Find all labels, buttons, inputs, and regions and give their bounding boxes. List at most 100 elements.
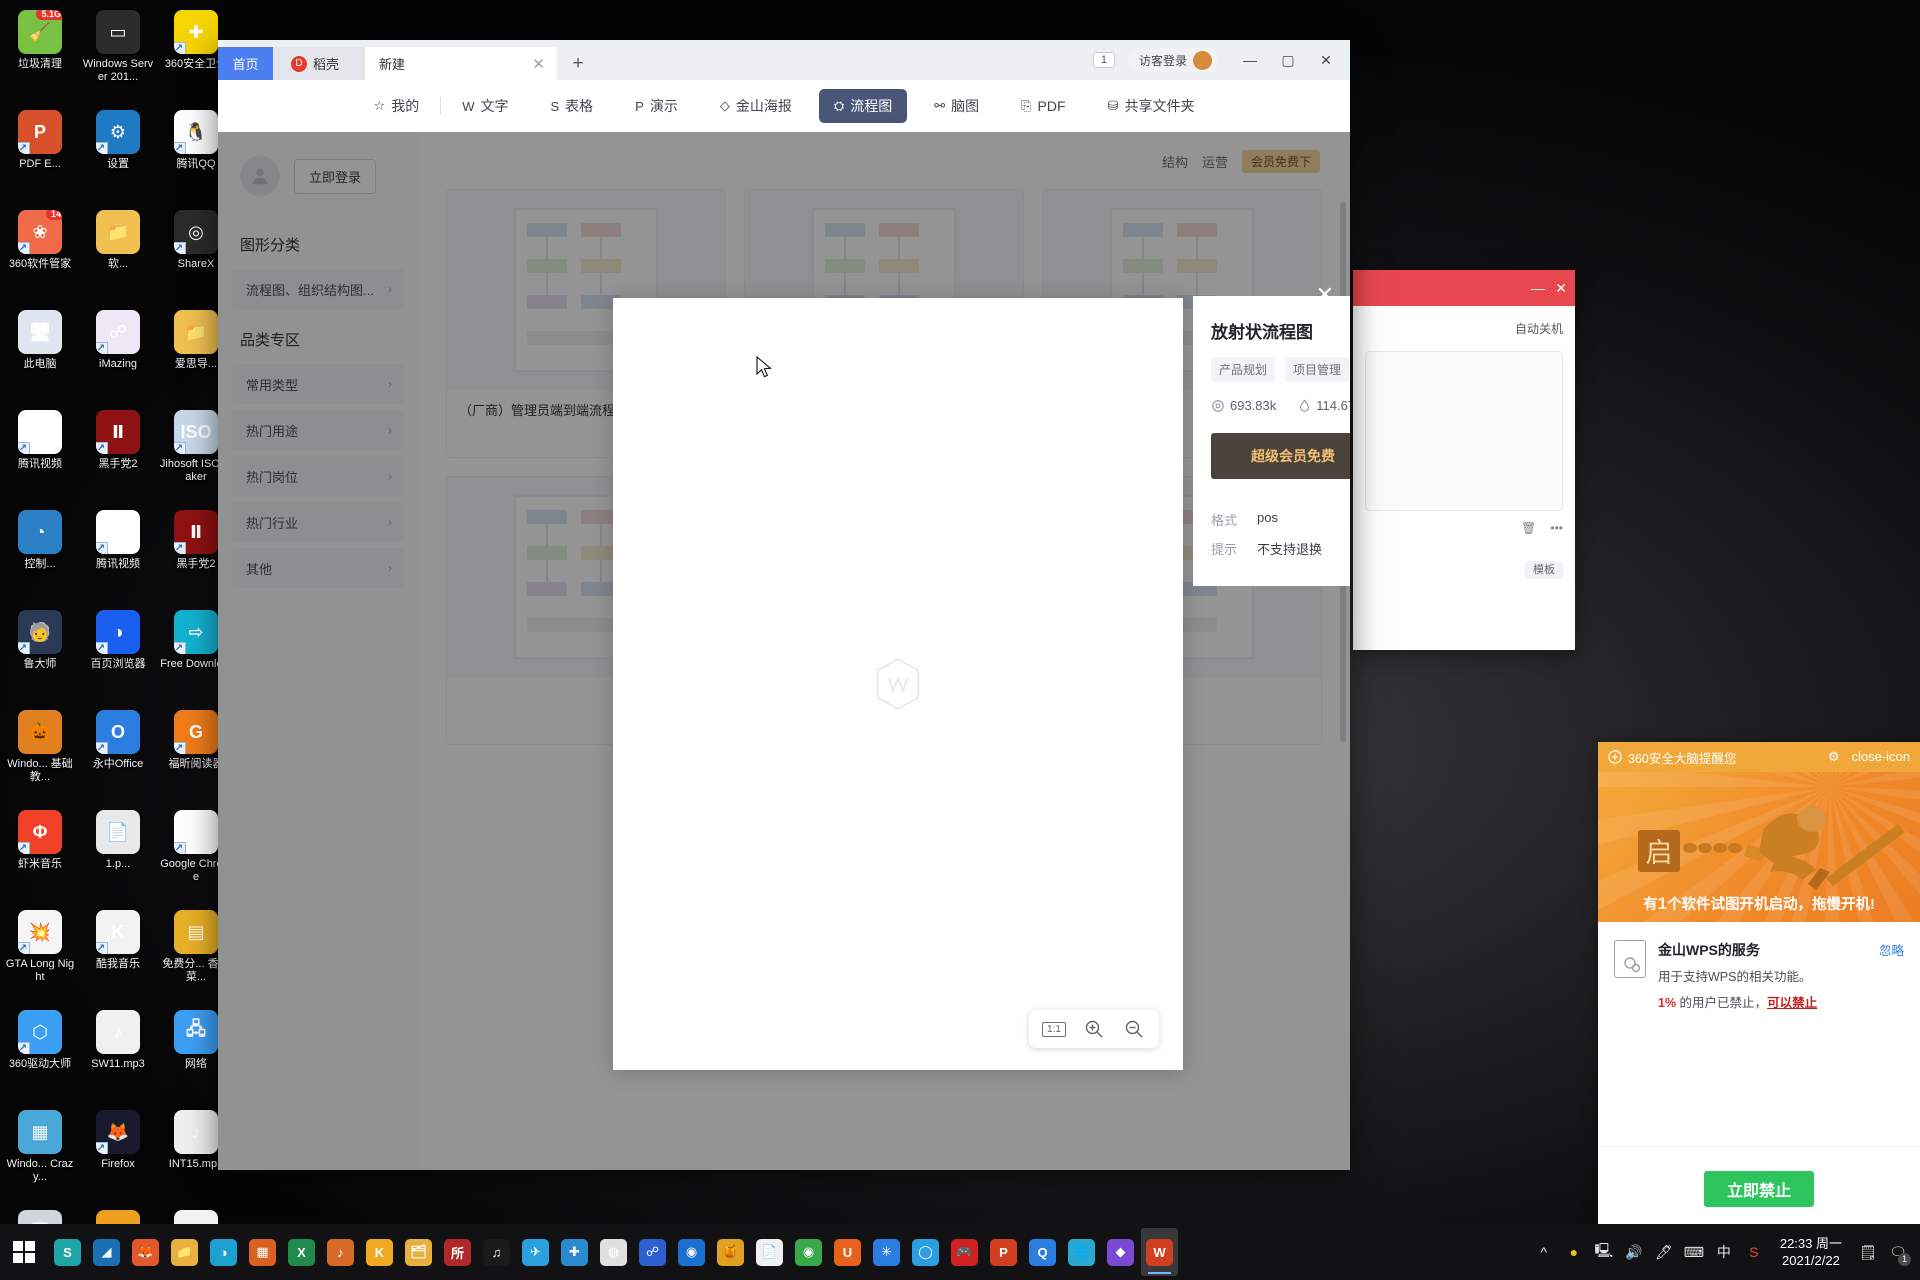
nav-item-slides[interactable]: P 演示 <box>620 89 693 123</box>
nav-item-poster[interactable]: ◇ 金山海报 <box>705 89 807 123</box>
action-center-icon[interactable]: 🗨 1 <box>1884 1232 1912 1272</box>
desktop-icon-yongzhong-office-icon[interactable]: O ↗ 永中Office <box>80 704 156 802</box>
taskbar-music[interactable]: ♪ <box>322 1228 359 1276</box>
desktop-icon-ludashi-icon[interactable]: 🧓 ↗ 鲁大师 <box>2 604 78 702</box>
desktop-icon-trash-clean-icon[interactable]: 🧹 5.1G 垃圾清理 <box>2 4 78 102</box>
tray-volume-icon[interactable]: 🔊 <box>1620 1232 1648 1272</box>
taskbar-folder2[interactable]: 🗂 <box>400 1228 437 1276</box>
tab-home[interactable]: 首页 <box>218 47 273 80</box>
gear-icon[interactable]: ⚙ <box>1828 749 1840 765</box>
nav-item-mindmap[interactable]: ⚯ 脑图 <box>919 89 994 123</box>
taskbar-qqbrowser[interactable]: ◉ <box>673 1228 710 1276</box>
taskbar-excel[interactable]: X <box>283 1228 320 1276</box>
delete-icon[interactable]: 🗑 <box>1521 521 1536 535</box>
tray-keyboard-icon[interactable]: ⌨ <box>1680 1232 1708 1272</box>
desktop-icon-tencent-video-icon-2[interactable]: ▶ ↗ 腾讯视频 <box>80 504 156 602</box>
desktop-icon-mafia2-icon[interactable]: Ⅱ ↗ 黑手党2 <box>80 404 156 502</box>
taskbar-uc[interactable]: U <box>829 1228 866 1276</box>
taskbar-firefox[interactable]: 🦊 <box>127 1228 164 1276</box>
desktop-icon-360-driver-master-icon[interactable]: ⬡ ↗ 360驱动大师 <box>2 1004 78 1102</box>
new-tab-button[interactable]: + <box>557 47 599 80</box>
taskbar-search[interactable]: S <box>49 1228 86 1276</box>
nav-item-sheet[interactable]: S 表格 <box>535 89 608 123</box>
taskbar-imazing[interactable]: ☍ <box>634 1228 671 1276</box>
close-window-button[interactable]: ✕ <box>1308 44 1344 76</box>
tray-network-icon[interactable]: 🖳 <box>1590 1232 1618 1272</box>
guest-login-button[interactable]: 访客登录 <box>1126 47 1218 73</box>
taskbar-grid-app[interactable]: ▦ <box>244 1228 281 1276</box>
desktop-icon-windows-tutorial-icon[interactable]: 🎃 Windo... 基础教... <box>2 704 78 802</box>
maximize-button[interactable]: ▢ <box>1270 44 1306 76</box>
desktop-icon-windows-server-icon[interactable]: ▭ Windows Server 201... <box>80 4 156 102</box>
start-button[interactable] <box>0 1224 48 1280</box>
taskbar-star[interactable]: ✳ <box>868 1228 905 1276</box>
desktop-icon-tencent-video-icon[interactable]: ▶ ↗ 腾讯视频 <box>2 404 78 502</box>
taskbar-kuwo[interactable]: K <box>361 1228 398 1276</box>
tag-project-management[interactable]: 项目管理 <box>1285 357 1350 382</box>
tag-product-planning[interactable]: 产品规划 <box>1211 357 1276 382</box>
secondary-close-button[interactable]: ✕ <box>1555 280 1567 297</box>
desktop-icon-folder-icon[interactable]: 📁 软... <box>80 204 156 302</box>
tray-sogou-icon[interactable]: S <box>1740 1232 1768 1272</box>
desktop-icon-xiami-music-icon[interactable]: Φ ↗ 虾米音乐 <box>2 804 78 902</box>
desktop-icon-imazing-icon[interactable]: ☍ ↗ iMazing <box>80 304 156 402</box>
taskbar-explorer[interactable]: 📁 <box>166 1228 203 1276</box>
disable-now-button[interactable]: 立即禁止 <box>1704 1170 1814 1207</box>
desktop-icon-pdf-editor-icon[interactable]: P ↗ PDF E... <box>2 104 78 202</box>
can-disable-link[interactable]: 可以禁止 <box>1767 996 1817 1010</box>
tab-docer[interactable]: D 稻壳 <box>273 47 365 80</box>
desktop-icon-baibei-browser-icon[interactable]: ◑ ↗ 百页浏览器 <box>80 604 156 702</box>
taskbar-q[interactable]: Q <box>1024 1228 1061 1276</box>
zoom-out-button[interactable] <box>1117 1014 1151 1044</box>
desktop-icon-this-pc-icon[interactable]: 🖥 此电脑 <box>2 304 78 402</box>
minimize-button[interactable]: — <box>1232 44 1268 76</box>
desktop-icon-gta-long-night-icon[interactable]: 💥 ↗ GTA Long Night <box>2 904 78 1002</box>
taskbar-360[interactable]: ✚ <box>556 1228 593 1276</box>
desktop-icon-file-icon[interactable]: 📄 1.p... <box>80 804 156 902</box>
window-count-badge[interactable]: 1 <box>1092 52 1115 68</box>
nav-item-flowchart[interactable]: ⛭ 流程图 <box>818 89 908 123</box>
zoom-in-button[interactable] <box>1077 1014 1111 1044</box>
taskbar-game[interactable]: 🎮 <box>946 1228 983 1276</box>
taskbar-purple[interactable]: ◆ <box>1102 1228 1139 1276</box>
taskbar-tiktok[interactable]: ♫ <box>478 1228 515 1276</box>
more-icon[interactable]: ••• <box>1550 521 1563 535</box>
close-icon[interactable]: close-icon <box>1851 749 1910 765</box>
secondary-minimize-button[interactable]: — <box>1531 280 1545 296</box>
tray-ime-icon[interactable]: 中 <box>1710 1232 1738 1272</box>
taskbar-vscode[interactable]: ◢ <box>88 1228 125 1276</box>
tray-360-icon[interactable]: ● <box>1560 1232 1588 1272</box>
desktop-icon-360-software-manager-icon[interactable]: ❀ ↗ 14 360软件管家 <box>2 204 78 302</box>
tab-new[interactable]: 新建 ✕ <box>365 47 557 80</box>
nav-item-word[interactable]: W 文字 <box>447 89 523 123</box>
super-vip-free-button[interactable]: 超级会员免费 <box>1211 433 1350 479</box>
ignore-link[interactable]: 忽略 <box>1879 940 1904 959</box>
desktop-icon-settings-icon[interactable]: ⚙ ↗ 设置 <box>80 104 156 202</box>
taskbar-edge[interactable]: ◑ <box>205 1228 242 1276</box>
taskbar-globe[interactable]: 🌐 <box>1063 1228 1100 1276</box>
nav-item-pdf[interactable]: ⎘ PDF <box>1006 91 1080 121</box>
taskbar-clock[interactable]: 22:33 周一 2021/2/22 <box>1770 1235 1852 1269</box>
desktop-icon-windows-crazy-icon[interactable]: ▦ Windo... Crazy... <box>2 1104 78 1202</box>
tray-expand-icon[interactable]: ^ <box>1530 1232 1558 1272</box>
taskbar-cortana[interactable]: ◯ <box>907 1228 944 1276</box>
secondary-template-label[interactable]: 模板 <box>1525 561 1563 579</box>
taskbar-notepad[interactable]: 📄 <box>751 1228 788 1276</box>
taskbar-honey[interactable]: 🍯 <box>712 1228 749 1276</box>
nav-item-shared-folder[interactable]: ⛁ 共享文件夹 <box>1093 89 1210 123</box>
desktop-icon-control-panel-icon[interactable]: ◔ 控制... <box>2 504 78 602</box>
fit-to-screen-button[interactable]: 1:1 <box>1037 1014 1071 1044</box>
taskbar-browser-green[interactable]: ◉ <box>790 1228 827 1276</box>
tray-notes-icon[interactable]: 🗒 <box>1854 1232 1882 1272</box>
desktop-icon-mp3-file-icon[interactable]: ♪ SW11.mp3 <box>80 1004 156 1102</box>
taskbar-cn-app[interactable]: 所 <box>439 1228 476 1276</box>
taskbar-chrome[interactable]: ◍ <box>595 1228 632 1276</box>
desktop-icon-firefox-icon[interactable]: 🦊 ↗ Firefox <box>80 1104 156 1202</box>
taskbar-telegram[interactable]: ✈ <box>517 1228 554 1276</box>
close-icon[interactable]: ✕ <box>532 55 545 73</box>
nav-item-star[interactable]: ☆ 我的 <box>359 89 435 123</box>
modal-close-button[interactable]: ✕ <box>1316 282 1334 308</box>
desktop-icon-kuwo-music-icon[interactable]: K ↗ 酷我音乐 <box>80 904 156 1002</box>
taskbar-pdf[interactable]: P <box>985 1228 1022 1276</box>
tray-pen-icon[interactable]: 🖊 <box>1650 1232 1678 1272</box>
